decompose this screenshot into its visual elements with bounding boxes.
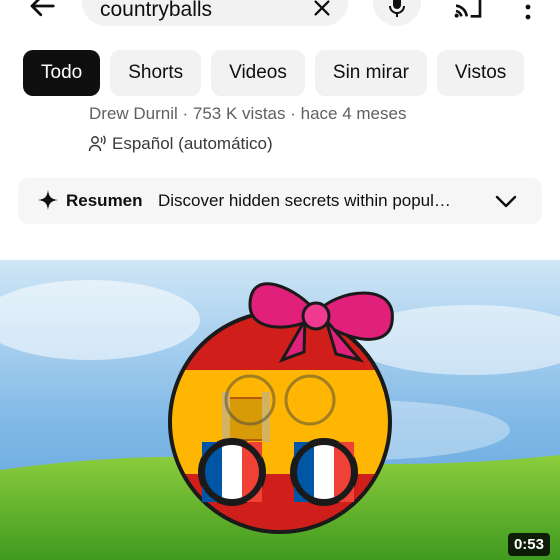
caption-language-label: Español (automático) — [112, 134, 273, 153]
more-vertical-icon — [525, 4, 531, 20]
search-query[interactable]: countryballs — [100, 0, 212, 22]
chip-vistos[interactable]: Vistos — [436, 50, 525, 96]
cast-button[interactable] — [446, 0, 490, 26]
cast-icon — [454, 0, 482, 18]
top-app-bar: countryballs — [0, 0, 560, 30]
chip-todo[interactable]: Todo — [23, 50, 101, 96]
caption-language: Español (automático) — [88, 134, 273, 154]
video-thumbnail[interactable]: 0:53 — [0, 260, 560, 560]
voice-search-button[interactable] — [373, 0, 421, 26]
summary-card[interactable]: Resumen Discover hidden secrets within p… — [18, 178, 542, 224]
close-icon — [314, 0, 330, 16]
person-voice-icon — [88, 135, 106, 152]
microphone-icon — [389, 0, 405, 17]
chevron-down-icon[interactable] — [494, 190, 518, 212]
summary-label: Resumen — [66, 191, 143, 210]
duration-badge: 0:53 — [507, 533, 550, 556]
chip-shorts[interactable]: Shorts — [110, 50, 202, 96]
chip-sin-mirar[interactable]: Sin mirar — [314, 50, 427, 96]
chip-videos[interactable]: Videos — [211, 50, 305, 96]
sparkle-icon — [38, 190, 58, 210]
clear-search-button[interactable] — [300, 0, 344, 26]
arrow-left-icon — [30, 0, 55, 17]
filter-chip-bar: Todo Shorts Videos Sin mirar Vistos — [23, 50, 525, 96]
thumbnail-image — [0, 260, 560, 560]
more-options-button[interactable] — [510, 0, 546, 26]
back-button[interactable] — [22, 0, 62, 26]
summary-text: Discover hidden secrets within popul… — [158, 191, 451, 210]
video-metadata: Drew Durnil · 753 K vistas · hace 4 mese… — [89, 104, 407, 123]
